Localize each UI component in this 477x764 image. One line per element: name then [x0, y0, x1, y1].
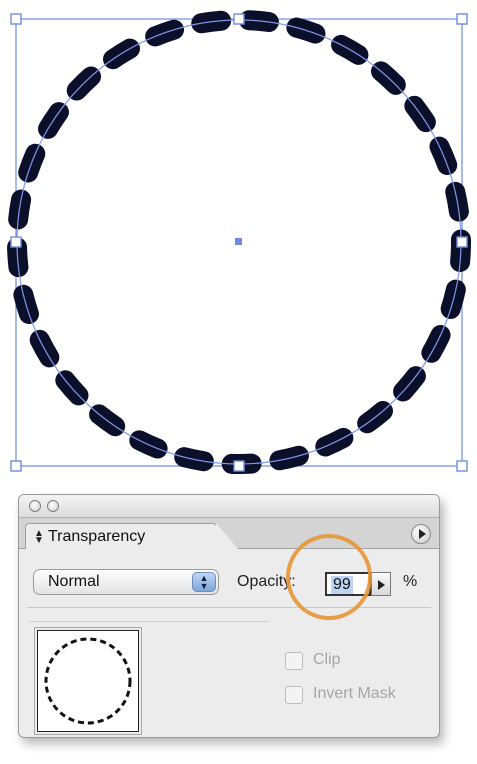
opacity-slider-arrow-icon[interactable]: [371, 572, 391, 596]
clip-checkbox[interactable]: [285, 652, 303, 670]
opacity-value: 99: [331, 576, 353, 594]
artboard[interactable]: [0, 0, 477, 480]
handle-bottom-center[interactable]: [233, 460, 245, 472]
center-point[interactable]: [235, 238, 242, 245]
opacity-input[interactable]: 99: [325, 572, 371, 596]
thumbnail-circle-icon: [44, 637, 132, 725]
handle-middle-left[interactable]: [10, 236, 22, 248]
handle-middle-right[interactable]: [456, 236, 468, 248]
artboard-drawing[interactable]: [0, 0, 477, 480]
blend-mode-value: Normal: [48, 573, 100, 590]
select-stepper-icon[interactable]: ▲ ▼: [192, 572, 216, 592]
blend-mode-select[interactable]: Normal ▲ ▼: [33, 569, 219, 595]
handle-top-right[interactable]: [456, 13, 468, 25]
invert-mask-checkbox[interactable]: [285, 686, 303, 704]
divider: [27, 607, 431, 608]
opacity-label: Opacity:: [237, 573, 296, 590]
stepper-arrows-icon: ▲ ▼: [34, 528, 44, 546]
handle-top-center[interactable]: [233, 13, 245, 25]
panel-menu-arrow-icon[interactable]: [411, 524, 431, 544]
mask-thumbnail[interactable]: [37, 630, 139, 732]
invert-mask-label: Invert Mask: [313, 685, 396, 702]
tab-transparency[interactable]: ▲ ▼ Transparency: [25, 523, 238, 549]
mask-area: [29, 621, 269, 732]
panel-titlebar[interactable]: [19, 495, 439, 518]
handle-bottom-right[interactable]: [456, 460, 468, 472]
handle-top-left[interactable]: [10, 13, 22, 25]
clip-label: Clip: [313, 651, 341, 668]
transparency-panel: ▲ ▼ Transparency Normal ▲ ▼ Opacity: 99 % …: [18, 494, 440, 738]
minimize-window-button[interactable]: [47, 500, 59, 512]
close-window-button[interactable]: [29, 500, 41, 512]
tab-label: Transparency: [48, 528, 146, 545]
handle-bottom-left[interactable]: [10, 460, 22, 472]
panel-tabstrip: ▲ ▼ Transparency: [19, 518, 439, 549]
percent-label: %: [403, 573, 418, 590]
